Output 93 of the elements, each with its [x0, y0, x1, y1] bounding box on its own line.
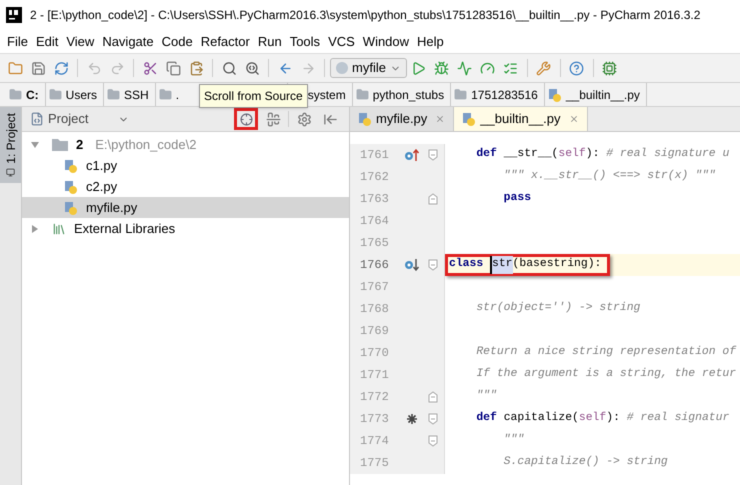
menu-item[interactable]: File — [3, 30, 32, 53]
folder-icon — [107, 88, 120, 101]
code-line: """ x.__str__() <==> str(x) """ — [502, 168, 716, 184]
fold-start-icon[interactable] — [428, 413, 438, 425]
menu-item[interactable]: Run — [254, 30, 286, 53]
menu-item[interactable]: Refactor — [196, 30, 254, 53]
line-number: 1769 — [359, 323, 390, 340]
tree-item-label: c2.py — [86, 178, 118, 196]
line-number: 1762 — [359, 169, 390, 186]
folder-icon — [454, 88, 468, 101]
code-line: Return a nice string representation of — [475, 344, 736, 360]
tree-item[interactable]: myfile.py — [22, 197, 349, 218]
fold-start-icon[interactable] — [428, 149, 438, 161]
code-line: """ — [475, 388, 497, 404]
menu-item[interactable]: Tools — [286, 30, 324, 53]
fold-start-icon[interactable] — [428, 435, 438, 447]
code-line: If the argument is a string, the retur — [475, 366, 736, 382]
line-number: 1774 — [359, 433, 390, 450]
line-number: 1767 — [359, 279, 390, 296]
menu-item[interactable]: Edit — [32, 30, 62, 53]
asterisk-icon[interactable] — [407, 414, 417, 424]
python-file-icon — [462, 112, 476, 126]
code-line: """ — [502, 432, 524, 448]
tree-item[interactable]: c2.py — [22, 176, 349, 197]
line-number: 1770 — [359, 345, 390, 362]
menu-item[interactable]: VCS — [324, 30, 359, 53]
breadcrumb-item[interactable]: 1751283516 — [451, 83, 545, 106]
folder-icon — [9, 88, 22, 101]
line-number: 1764 — [359, 213, 390, 230]
tree-item[interactable]: c1.py — [22, 155, 349, 176]
fold-end-icon[interactable] — [428, 193, 438, 205]
breadcrumb-item[interactable]: C: — [6, 83, 46, 106]
close-icon[interactable] — [568, 114, 579, 124]
menu-item[interactable]: Code — [158, 30, 197, 53]
project-tool-tab[interactable]: 1: Project — [0, 107, 21, 183]
python-file-icon — [358, 112, 372, 126]
line-number: 1768 — [359, 301, 390, 318]
folder-icon — [52, 138, 68, 151]
fold-start-icon[interactable] — [428, 259, 438, 271]
breadcrumb-item[interactable]: Users — [46, 83, 104, 106]
tree-item-label: 2 — [76, 136, 84, 154]
expanded-arrow-icon[interactable] — [30, 140, 40, 150]
folder-icon — [48, 88, 62, 101]
line-number: 1772 — [359, 389, 390, 406]
line-number: 1761 — [359, 147, 390, 164]
code-line: str(object='') -> string — [475, 300, 640, 316]
code-line: def __str__(self): # real signature u — [475, 146, 730, 162]
python-file-icon — [64, 158, 78, 172]
line-number: 1765 — [359, 235, 390, 252]
library-icon — [52, 222, 66, 236]
run-config-dropdown[interactable]: myfile — [330, 58, 407, 78]
breadcrumb-item[interactable]: __builtin__.py — [544, 83, 647, 106]
tree-item-label: External Libraries — [74, 220, 176, 238]
code-line: pass — [502, 191, 532, 206]
monitor-icon — [6, 168, 15, 177]
breadcrumb-item[interactable]: python_stubs — [352, 83, 452, 106]
collapsed-arrow-icon[interactable] — [30, 224, 40, 234]
fold-end-icon[interactable] — [428, 391, 438, 403]
line-number: 1773 — [359, 411, 390, 428]
scroll-from-source-button[interactable] — [234, 108, 258, 130]
tree-item-path: E:\python_code\2 — [95, 136, 196, 154]
line-number: 1775 — [359, 455, 390, 472]
editor-tab[interactable]: myfile.py — [350, 107, 454, 131]
tree-item[interactable]: 2 E:\python_code\2 — [22, 134, 349, 155]
breadcrumb-item[interactable]: SSH — [104, 83, 156, 106]
crosshair-icon — [240, 112, 252, 126]
folder-icon — [356, 88, 369, 101]
app-logo-icon — [6, 7, 22, 23]
override-up-icon[interactable] — [404, 148, 420, 162]
tree-item[interactable]: External Libraries — [22, 218, 349, 239]
python-file-icon — [64, 200, 78, 214]
python-file-icon — [64, 180, 78, 194]
tooltip: Scroll from Source — [199, 84, 308, 108]
line-number: 1771 — [359, 367, 390, 384]
code-line: def capitalize(self): # real signatur — [475, 410, 730, 426]
override-down-icon[interactable] — [404, 258, 420, 272]
tree-item-label: c1.py — [86, 156, 118, 175]
project-view-dropdown[interactable]: Project — [48, 109, 130, 129]
python-icon — [336, 62, 348, 74]
menu-item[interactable]: View — [62, 30, 98, 53]
window-title: 2 - [E:\python_code\2] - C:\Users\SSH\.PyCharm2016.3\system\python_stubs\1751283516\__builtin__.py - PyCharm 2016.3.2 — [30, 7, 700, 24]
close-icon[interactable] — [435, 114, 446, 124]
line-number: 1766 — [359, 257, 390, 274]
line-number: 1763 — [359, 191, 390, 208]
editor-tab[interactable]: __builtin__.py — [454, 107, 588, 131]
menu-item[interactable]: Window — [358, 30, 414, 53]
project-view-icon — [30, 112, 44, 126]
code-line: S.capitalize() -> string — [502, 454, 668, 470]
tree-item-label: myfile.py — [86, 198, 138, 217]
python-file-icon — [548, 88, 562, 102]
folder-icon — [158, 88, 172, 101]
menu-item[interactable]: Navigate — [98, 30, 158, 53]
menu-item[interactable]: Help — [413, 30, 448, 53]
